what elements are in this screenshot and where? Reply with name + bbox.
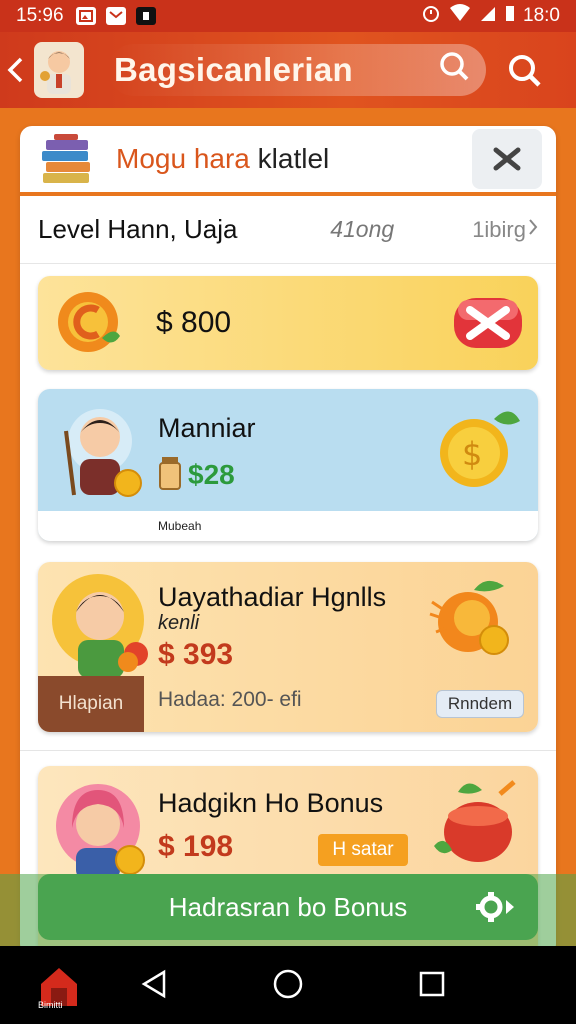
app-bar: Bagsicanlerian xyxy=(0,32,576,108)
chef-avatar xyxy=(34,42,84,98)
item-2-footer: Mubeah xyxy=(38,511,538,541)
svg-text:$: $ xyxy=(462,435,482,473)
item-4-name: Hadgikn Ho Bonus xyxy=(158,788,384,818)
item-1-price: $ 800 xyxy=(156,306,232,339)
status-time: 15:96 xyxy=(16,5,64,26)
mail-notification-icon xyxy=(105,7,126,25)
system-nav-bar xyxy=(0,946,576,1024)
reward-item-3[interactable]: Hlapian Uayathadiar Hgnlls kenli $ 393 H… xyxy=(38,562,538,732)
card-title: Mogu hara klatlel xyxy=(116,143,330,174)
boy-with-vegetables-avatar xyxy=(48,570,152,685)
orange-coin-icon xyxy=(54,286,126,363)
item-4-price: $ 198 xyxy=(158,830,234,863)
back-arrow-icon[interactable] xyxy=(0,50,30,90)
divider xyxy=(20,750,556,751)
close-icon xyxy=(493,147,521,171)
search-button[interactable] xyxy=(504,50,544,90)
app-title-bar: Bagsicanlerian xyxy=(108,44,486,96)
settings-gear-icon[interactable] xyxy=(474,891,516,930)
app-title: Bagsicanlerian xyxy=(114,51,353,88)
item-3-name: Uayathadiar Hgnlls xyxy=(158,582,387,612)
level-right-link[interactable]: 1ibirg xyxy=(472,217,526,243)
bonus-button-label: Hadrasran bo Bonus xyxy=(168,891,408,922)
item-2-name: Manniar xyxy=(158,413,256,443)
bonus-button[interactable]: Hadrasran bo Bonus xyxy=(38,874,538,940)
start-button[interactable]: H satar xyxy=(318,834,408,866)
main-card: Mogu hara klatlel Level Hann, Uaja 41ong… xyxy=(20,126,556,956)
reward-item-1[interactable]: $ 800 xyxy=(38,276,538,370)
books-icon xyxy=(40,134,96,184)
nav-app-label: Bimitti xyxy=(38,1000,63,1010)
item-2-price: $28 xyxy=(188,459,235,490)
battery-icon xyxy=(505,4,515,28)
gold-coin-icon: $ xyxy=(432,403,524,498)
random-button[interactable]: Rnndem xyxy=(436,690,524,718)
alarm-icon xyxy=(421,3,441,29)
wifi-icon xyxy=(449,4,471,28)
search-icon[interactable] xyxy=(438,50,470,90)
photo-notification-icon xyxy=(75,7,96,25)
tomato-coin-icon xyxy=(424,574,522,671)
signal-icon xyxy=(479,4,497,28)
reward-item-2[interactable]: Manniar $28 $ Mubeah xyxy=(38,389,538,541)
boy-avatar xyxy=(52,401,146,502)
battery-text: 18:0 xyxy=(523,5,560,26)
item-3-subtitle: kenli xyxy=(158,612,200,634)
app-notification-icon xyxy=(135,7,156,25)
close-button[interactable] xyxy=(472,129,542,189)
nav-back-icon[interactable] xyxy=(138,968,170,1005)
level-row[interactable]: Level Hann, Uaja 41ong 1ibirg xyxy=(20,196,556,264)
jar-icon xyxy=(156,455,184,496)
item-3-tag: Hlapian xyxy=(38,676,144,732)
item-3-description: Hadaa: 200- efi xyxy=(158,688,302,711)
red-close-badge-icon[interactable] xyxy=(452,294,524,357)
card-header: Mogu hara klatlel xyxy=(20,126,556,196)
nav-recent-apps-icon[interactable] xyxy=(418,970,446,1003)
nav-home-icon[interactable] xyxy=(272,968,304,1005)
level-label: Level Hann, Uaja xyxy=(38,214,238,244)
level-progress-text: 41ong xyxy=(330,216,395,242)
item-3-price: $ 393 xyxy=(158,638,234,671)
status-bar: 15:96 18:0 xyxy=(0,0,576,32)
tomato-bowl-icon xyxy=(428,774,522,875)
chevron-right-icon[interactable] xyxy=(528,218,538,241)
girl-avatar xyxy=(50,776,150,885)
